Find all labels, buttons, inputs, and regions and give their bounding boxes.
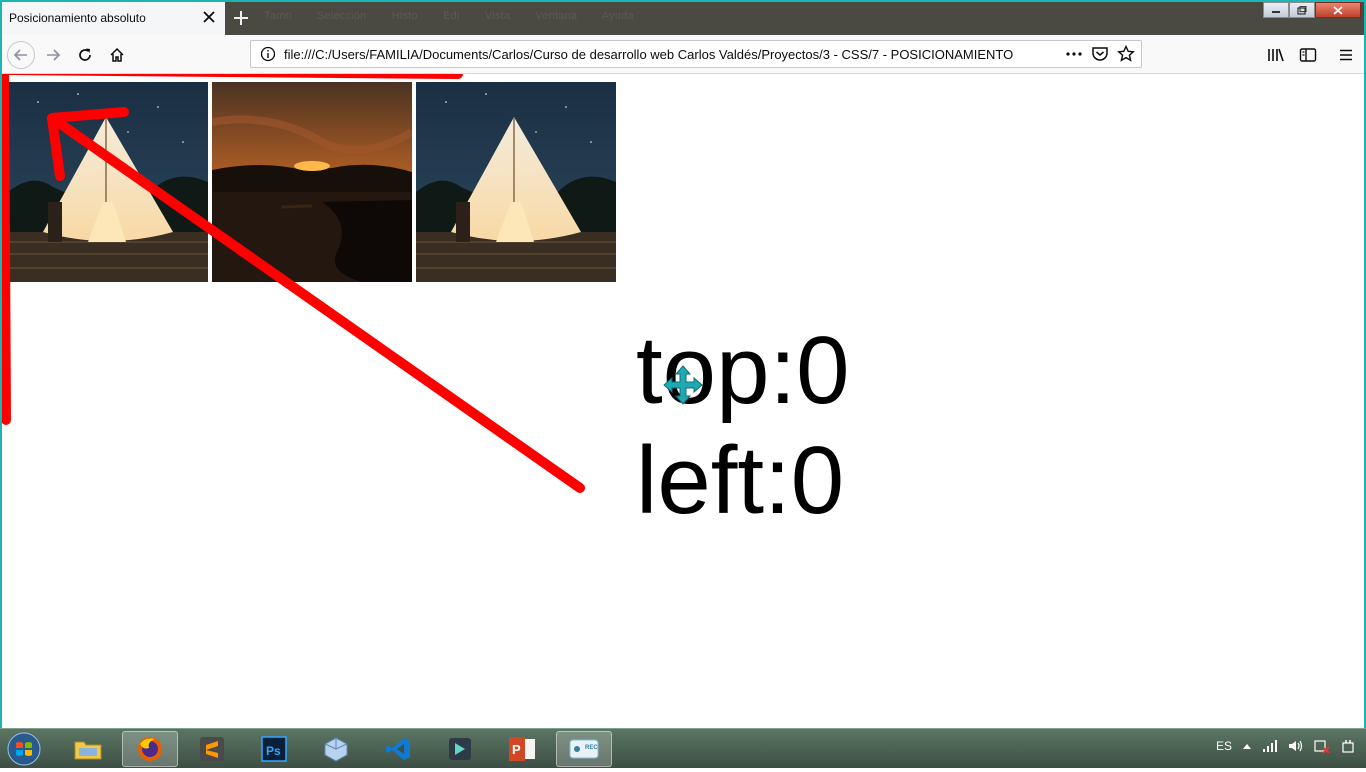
tab-title: Posicionamiento absoluto — [9, 11, 146, 25]
back-arrow-icon — [13, 49, 27, 61]
screen-recorder-app[interactable]: REC — [556, 731, 612, 767]
bookmark-star-icon[interactable] — [1117, 45, 1135, 63]
taskbar: Ps P REC ES — [0, 728, 1366, 768]
window-controls — [1263, 2, 1361, 20]
recorder-label: REC — [585, 745, 598, 751]
address-bar[interactable]: file:///C:/Users/FAMILIA/Documents/Carlo… — [250, 40, 1142, 68]
system-tray: ES — [1216, 739, 1356, 753]
powerpoint-app[interactable]: P — [494, 731, 550, 767]
library-button[interactable] — [1264, 43, 1288, 67]
position-caption: top:0 left:0 — [636, 316, 850, 536]
hamburger-menu-icon — [1340, 49, 1352, 61]
tent-night-photo — [8, 82, 208, 282]
reload-button[interactable] — [73, 43, 97, 67]
show-hidden-icons-icon[interactable] — [1242, 742, 1252, 750]
tab-bar: Posicionamiento absoluto Tamo Selección … — [0, 0, 1366, 37]
menu-hint: Vista — [484, 10, 511, 22]
volume-icon[interactable] — [1288, 739, 1304, 753]
caption-left: left:0 — [636, 427, 845, 534]
forward-button[interactable] — [41, 43, 65, 67]
page-actions-icon[interactable] — [1065, 46, 1083, 62]
url-actions — [1065, 45, 1135, 63]
sublime-text-app[interactable] — [184, 731, 240, 767]
minimize-button[interactable] — [1263, 2, 1289, 18]
firefox-app[interactable] — [122, 731, 178, 767]
library-icon — [1268, 48, 1284, 62]
maximize-button[interactable] — [1289, 2, 1315, 18]
vscode-icon — [386, 738, 410, 760]
site-info-icon[interactable] — [260, 46, 276, 62]
menu-hint: Tamo — [264, 10, 292, 22]
action-center-icon[interactable] — [1314, 739, 1330, 753]
window-frame-left — [0, 0, 2, 728]
home-button[interactable] — [105, 43, 129, 67]
powerpoint-icon: P — [509, 737, 535, 761]
firefox-icon — [138, 737, 162, 761]
tent-night-photo — [416, 82, 616, 282]
move-cursor-icon — [663, 365, 703, 405]
sublime-icon — [200, 737, 224, 761]
menu-hint: Edi — [443, 10, 460, 22]
home-icon — [110, 47, 124, 62]
forward-arrow-icon — [47, 49, 61, 61]
virtualbox-icon — [324, 737, 348, 762]
menu-hints: Tamo Selección Histo Edi Vista Ventana A… — [264, 10, 656, 22]
svg-text:P: P — [512, 742, 521, 757]
menu-button[interactable] — [1334, 43, 1358, 67]
close-icon — [1333, 5, 1343, 15]
photoshop-app[interactable]: Ps — [246, 731, 302, 767]
menu-hint: Ventana — [535, 10, 578, 22]
svg-text:Ps: Ps — [266, 744, 281, 758]
language-indicator[interactable]: ES — [1216, 739, 1232, 753]
pocket-icon[interactable] — [1091, 45, 1109, 63]
file-explorer-app[interactable] — [60, 731, 116, 767]
filmora-app[interactable] — [432, 731, 488, 767]
sidebar-icon — [1299, 48, 1317, 62]
url-text[interactable]: file:///C:/Users/FAMILIA/Documents/Carlo… — [284, 47, 1028, 62]
sidebar-button[interactable] — [1296, 43, 1320, 67]
browser-tab[interactable]: Posicionamiento absoluto — [0, 2, 225, 37]
restore-icon — [1297, 5, 1307, 15]
menu-hint: Ayuda — [601, 10, 634, 22]
back-button[interactable] — [7, 41, 35, 69]
menu-hint: Histo — [391, 10, 418, 22]
navigation-bar: file:///C:/Users/FAMILIA/Documents/Carlo… — [0, 35, 1366, 74]
menu-hint: Selección — [316, 10, 367, 22]
virtualbox-app[interactable] — [308, 731, 364, 767]
filmora-icon — [449, 738, 471, 760]
new-tab-icon[interactable] — [231, 8, 251, 28]
power-plug-icon[interactable] — [1340, 739, 1356, 753]
close-window-button[interactable] — [1315, 2, 1361, 18]
minimize-icon — [1272, 11, 1280, 13]
annotation-left-line — [0, 74, 11, 425]
start-button[interactable] — [4, 731, 44, 767]
sunset-lake-photo — [212, 82, 412, 282]
folder-icon — [74, 741, 102, 760]
photoshop-icon: Ps — [261, 736, 287, 762]
reload-icon — [79, 48, 91, 61]
web-page: top:0 left:0 — [0, 74, 1366, 728]
close-tab-icon[interactable] — [201, 9, 217, 25]
windows-logo-icon — [7, 732, 41, 766]
vscode-app[interactable] — [370, 731, 426, 767]
network-signal-icon[interactable] — [1262, 739, 1278, 753]
